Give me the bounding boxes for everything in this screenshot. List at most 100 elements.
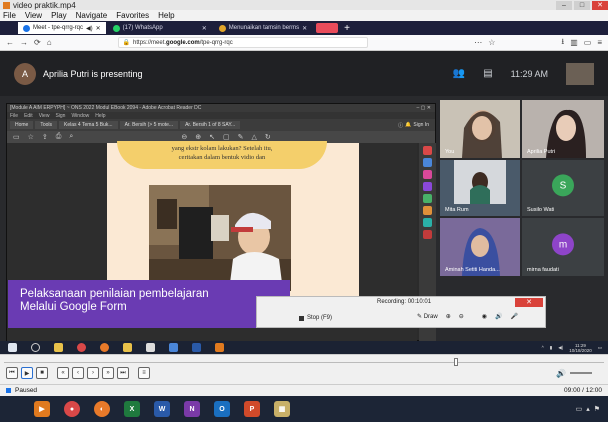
pdf-menu-view[interactable]: View bbox=[39, 113, 50, 119]
library-icon[interactable]: ▥ bbox=[570, 38, 578, 47]
playlist-button[interactable]: ≡ bbox=[138, 367, 150, 379]
photo-app-icon[interactable]: ▦ bbox=[274, 401, 290, 417]
participant-tile[interactable]: You bbox=[440, 100, 520, 158]
pointer-icon[interactable]: ↖ bbox=[209, 133, 215, 141]
sidebar-icon[interactable]: ▭ bbox=[584, 38, 592, 47]
tool-green-icon[interactable] bbox=[423, 194, 432, 203]
excel-app-icon[interactable]: X bbox=[124, 401, 140, 417]
webcam-icon[interactable]: ◉ bbox=[482, 313, 487, 320]
speaker-icon[interactable]: 🔊 bbox=[495, 313, 502, 320]
tool-orange-icon[interactable] bbox=[423, 206, 432, 215]
tab-close-icon[interactable]: ✕ bbox=[96, 25, 101, 32]
pdf-menu-help[interactable]: Help bbox=[95, 113, 105, 119]
tab-whatsapp[interactable]: (17) WhatsApp ✕ bbox=[108, 22, 212, 34]
pdf-tab-tools[interactable]: Tools bbox=[35, 121, 58, 129]
outlook-app-icon[interactable]: O bbox=[214, 401, 230, 417]
minimize-button[interactable]: – bbox=[556, 0, 572, 10]
star-icon[interactable]: ☆ bbox=[28, 133, 34, 141]
url-bar[interactable]: 🔒 https://meet. google.com/tpe-qrrg-rqc bbox=[117, 37, 368, 48]
media-player-app-icon[interactable]: ▶ bbox=[34, 401, 50, 417]
prev-page-icon[interactable]: ⊖ bbox=[181, 133, 187, 141]
tray-app-icon[interactable]: ▭ bbox=[576, 405, 583, 413]
tool-purple-icon[interactable] bbox=[423, 182, 432, 191]
participant-tile[interactable]: Mita Rum bbox=[440, 160, 520, 216]
pdf-menu-window[interactable]: Window bbox=[71, 113, 89, 119]
step-forward-button[interactable]: › bbox=[87, 367, 99, 379]
sign-icon[interactable]: △ bbox=[251, 133, 256, 141]
search-icon[interactable]: ⌕ bbox=[69, 133, 73, 141]
pdf-menu-sign[interactable]: Sign bbox=[55, 113, 65, 119]
tool-red2-icon[interactable] bbox=[423, 230, 432, 239]
close-button[interactable]: ✕ bbox=[592, 0, 608, 10]
zoom-out-icon[interactable]: ⊖ bbox=[459, 313, 464, 320]
firefox-app-icon[interactable]: ◐ bbox=[94, 401, 110, 417]
home-icon[interactable]: ⌂ bbox=[47, 38, 52, 47]
next-button[interactable]: ⏭ bbox=[117, 367, 129, 379]
participant-tile[interactable]: Aprilia Putri bbox=[522, 100, 604, 158]
menu-navigate[interactable]: Navigate bbox=[76, 11, 108, 20]
draw-button[interactable]: ✎ Draw bbox=[417, 313, 438, 320]
step-back-button[interactable]: ‹ bbox=[72, 367, 84, 379]
zoom-in-icon[interactable]: ⊕ bbox=[446, 313, 451, 320]
previous-button[interactable]: ⏮ bbox=[6, 367, 18, 379]
seek-handle[interactable] bbox=[454, 358, 458, 366]
volume-control[interactable]: 🔊 bbox=[556, 367, 602, 379]
participants-icon[interactable]: 👥 bbox=[453, 68, 465, 79]
tool-blue-icon[interactable] bbox=[423, 158, 432, 167]
pdf-menu-edit[interactable]: Edit bbox=[24, 113, 33, 119]
participant-tile[interactable]: S Susilo Wati bbox=[522, 160, 604, 216]
microphone-icon[interactable]: 🎤 bbox=[511, 313, 518, 320]
tab-close-icon[interactable]: ✕ bbox=[202, 25, 207, 32]
menu-view[interactable]: View bbox=[25, 11, 42, 20]
tray-flag-icon[interactable]: ⚑ bbox=[594, 405, 600, 413]
bookmark-star-icon[interactable]: ☆ bbox=[488, 38, 495, 47]
menu-play[interactable]: Play bbox=[51, 11, 67, 20]
seek-bar[interactable] bbox=[4, 358, 604, 366]
comment-icon[interactable]: ▢ bbox=[223, 133, 230, 141]
forward-icon[interactable]: → bbox=[20, 38, 28, 47]
maximize-button[interactable]: □ bbox=[574, 0, 590, 10]
tray-up-icon[interactable]: ▴ bbox=[586, 405, 590, 413]
pdf-bell-icon[interactable]: 🔔 bbox=[405, 122, 411, 128]
play-button[interactable]: ▶ bbox=[21, 367, 33, 379]
pdf-sign-in[interactable]: Sign In bbox=[413, 122, 435, 128]
participant-tile[interactable]: m mirna faudati bbox=[522, 218, 604, 276]
menu-help[interactable]: Help bbox=[158, 11, 174, 20]
new-tab-button[interactable]: + bbox=[344, 23, 350, 34]
downloads-icon[interactable]: ⭳ bbox=[561, 36, 564, 50]
pdf-tab-doc-1[interactable]: Kelas 4 Tema 5 Buk... bbox=[59, 121, 118, 129]
powerpoint-app-icon[interactable]: P bbox=[244, 401, 260, 417]
upload-icon[interactable]: ⇪ bbox=[42, 133, 48, 141]
tab-close-icon[interactable]: ✕ bbox=[302, 25, 307, 32]
menu-favorites[interactable]: Favorites bbox=[116, 11, 149, 20]
pdf-tab-doc-2[interactable]: Ar. Bersih (> 5 mote... bbox=[119, 121, 179, 129]
tab-article[interactable]: Menunaikan tamsin berms ✕ bbox=[214, 22, 312, 34]
page-actions-icon[interactable]: ⋯ bbox=[474, 38, 482, 47]
rewind-button[interactable]: « bbox=[57, 367, 69, 379]
fast-forward-button[interactable]: » bbox=[102, 367, 114, 379]
volume-slider[interactable] bbox=[569, 372, 592, 374]
recorder-stop-button[interactable]: Stop (F9) bbox=[299, 315, 332, 321]
pdf-help-icon[interactable]: ⓘ bbox=[398, 122, 403, 129]
chat-icon[interactable]: ▤ bbox=[483, 68, 492, 79]
menu-icon[interactable]: ≡ bbox=[597, 38, 602, 47]
participant-tile[interactable]: Aminah Setiti Handa... bbox=[440, 218, 520, 276]
menu-file[interactable]: File bbox=[3, 11, 16, 20]
tool-red-icon[interactable] bbox=[423, 146, 432, 155]
onenote-app-icon[interactable]: N bbox=[184, 401, 200, 417]
chrome-app-icon[interactable]: ● bbox=[64, 401, 80, 417]
print-icon[interactable]: ⎙ bbox=[56, 133, 62, 141]
word-app-icon[interactable]: W bbox=[154, 401, 170, 417]
tool-pink-icon[interactable] bbox=[423, 170, 432, 179]
next-page-icon[interactable]: ⊕ bbox=[195, 133, 201, 141]
pdf-tab-doc-3[interactable]: Ar. Bersih 1 of 8 SAY... bbox=[180, 121, 241, 129]
stop-button[interactable]: ■ bbox=[36, 367, 48, 379]
highlight-icon[interactable]: ✎ bbox=[238, 133, 244, 141]
pdf-tab-home[interactable]: Home bbox=[10, 121, 34, 129]
save-icon[interactable]: ▭ bbox=[13, 133, 20, 141]
reload-icon[interactable]: ⟳ bbox=[34, 38, 41, 47]
tool-teal-icon[interactable] bbox=[423, 218, 432, 227]
pdf-menu-file[interactable]: File bbox=[10, 113, 18, 119]
tab-meet[interactable]: Meet - tpe-qrrg-rqc ◀) ✕ bbox=[18, 22, 106, 34]
recorder-close-button[interactable]: ✕ bbox=[515, 298, 543, 307]
